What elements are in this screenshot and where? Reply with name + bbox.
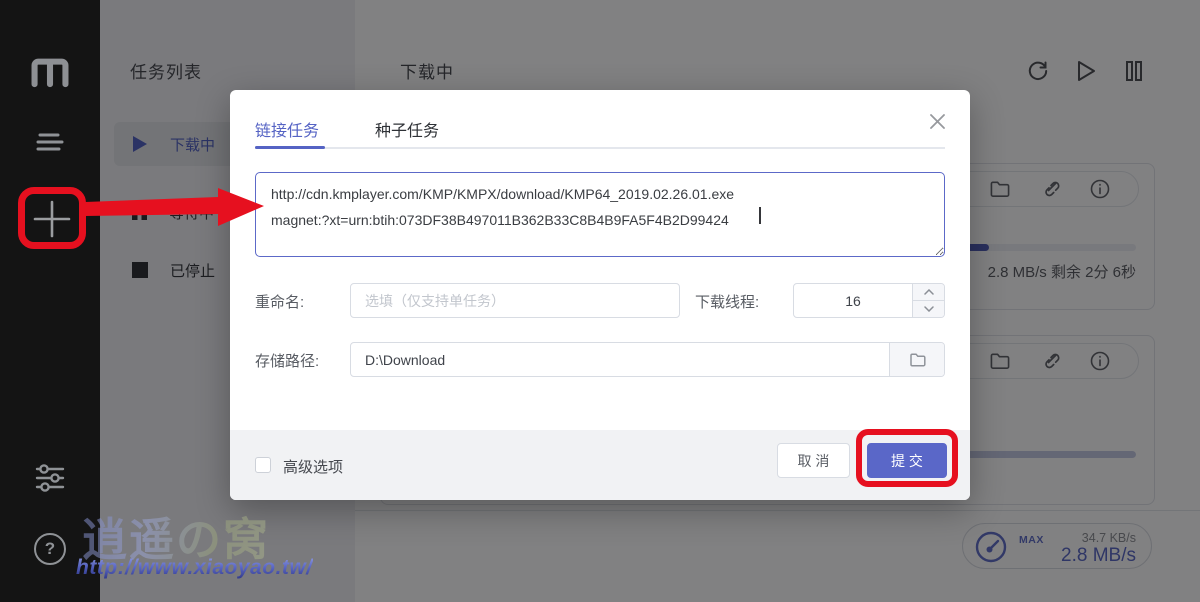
dialog-footer: 高级选项 取 消 提 交 — [230, 430, 970, 500]
path-label: 存储路径: — [255, 350, 319, 371]
advanced-options-label: 高级选项 — [283, 456, 343, 477]
sidebar: ? — [0, 0, 100, 602]
task-list-icon[interactable] — [34, 128, 66, 156]
rename-label: 重命名: — [255, 291, 304, 312]
spinner-down-button[interactable] — [913, 301, 944, 318]
download-links-textarea[interactable]: http://cdn.kmplayer.com/KMP/KMPX/downloa… — [255, 172, 945, 257]
path-value-field[interactable] — [351, 343, 889, 376]
settings-sliders-icon[interactable] — [32, 460, 68, 496]
tabs-divider — [255, 147, 945, 149]
app-window: ? 任务列表 下载中 等待中 已停止 下载中 — [0, 0, 1200, 602]
motrix-logo — [28, 52, 72, 90]
threads-label: 下载线程: — [695, 291, 759, 312]
help-glyph: ? — [45, 539, 55, 559]
tab-link-task[interactable]: 链接任务 — [255, 117, 319, 141]
spinner-up-button[interactable] — [913, 284, 944, 301]
active-tab-indicator — [255, 146, 325, 149]
advanced-options-checkbox[interactable] — [255, 457, 271, 473]
add-task-dialog: 链接任务 种子任务 http://cdn.kmplayer.com/KMP/KM… — [230, 90, 970, 500]
tab-torrent-task[interactable]: 种子任务 — [375, 117, 439, 141]
storage-path-input — [350, 342, 945, 377]
help-icon[interactable]: ? — [33, 532, 67, 566]
rename-input[interactable] — [350, 283, 680, 318]
browse-folder-button[interactable] — [889, 343, 944, 376]
submit-button[interactable]: 提 交 — [867, 443, 947, 478]
threads-value-field[interactable] — [794, 284, 912, 317]
close-icon[interactable] — [928, 112, 946, 130]
cancel-button[interactable]: 取 消 — [777, 443, 850, 478]
threads-number-input — [793, 283, 945, 318]
add-task-button[interactable] — [30, 197, 74, 241]
number-spinner — [912, 284, 944, 317]
